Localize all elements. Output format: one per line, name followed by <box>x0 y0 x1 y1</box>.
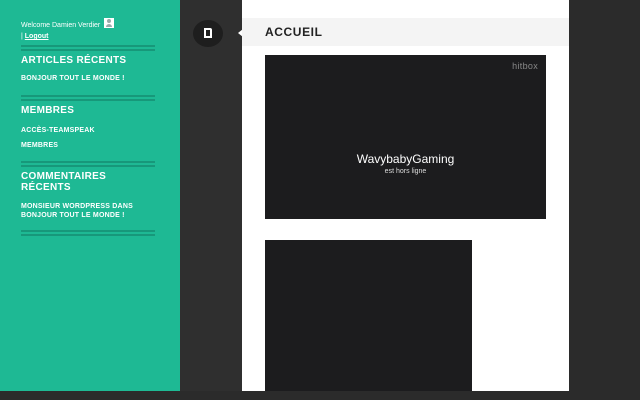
channel-status: est hors ligne <box>384 168 427 175</box>
hitbox-logo: hitbox <box>512 61 538 71</box>
recent-comment-link[interactable]: MONSIEUR WORDPRESS DANS BONJOUR TOUT LE … <box>21 202 141 220</box>
widget-title: COMMENTAIRES RÉCENTS <box>21 171 107 193</box>
divider <box>21 161 155 163</box>
channel-name: WavybabyGaming <box>356 152 455 166</box>
sidebar: Welcome Damien Verdier | Logout ARTICLES… <box>0 0 180 391</box>
divider <box>21 95 155 97</box>
welcome-block: Welcome Damien Verdier | Logout <box>21 0 180 42</box>
stream-player[interactable]: hitbox WavybabyGaming est hors ligne <box>265 55 546 219</box>
post-format-gutter <box>180 0 242 391</box>
widget-recent-comments: COMMENTAIRES RÉCENTS MONSIEUR WORDPRESS … <box>21 171 180 232</box>
divider <box>21 45 155 47</box>
widget-recent-articles: ARTICLES RÉCENTS BONJOUR TOUT LE MONDE ! <box>21 55 180 97</box>
widget-title: MEMBRES <box>21 105 75 116</box>
welcome-text: Welcome Damien Verdier <box>21 22 101 29</box>
separator: | <box>21 33 23 40</box>
right-panel <box>569 0 640 391</box>
main-content: ACCUEIL hitbox WavybabyGaming est hors l… <box>242 0 569 391</box>
document-icon[interactable] <box>193 20 223 47</box>
chat-embed[interactable] <box>265 240 472 391</box>
user-avatar-icon[interactable] <box>104 18 115 28</box>
members-link[interactable]: MEMBRES <box>21 141 141 150</box>
widget-members: MEMBRES ACCÈS-TEAMSPEAK MEMBRES <box>21 105 180 163</box>
recent-article-link[interactable]: BONJOUR TOUT LE MONDE ! <box>21 74 141 83</box>
logout-link[interactable]: Logout <box>25 33 49 40</box>
divider <box>21 230 155 232</box>
widget-title: ARTICLES RÉCENTS <box>21 55 127 66</box>
title-bar: ACCUEIL <box>242 18 569 46</box>
teamspeak-link[interactable]: ACCÈS-TEAMSPEAK <box>21 126 141 135</box>
page-title: ACCUEIL <box>265 25 323 39</box>
